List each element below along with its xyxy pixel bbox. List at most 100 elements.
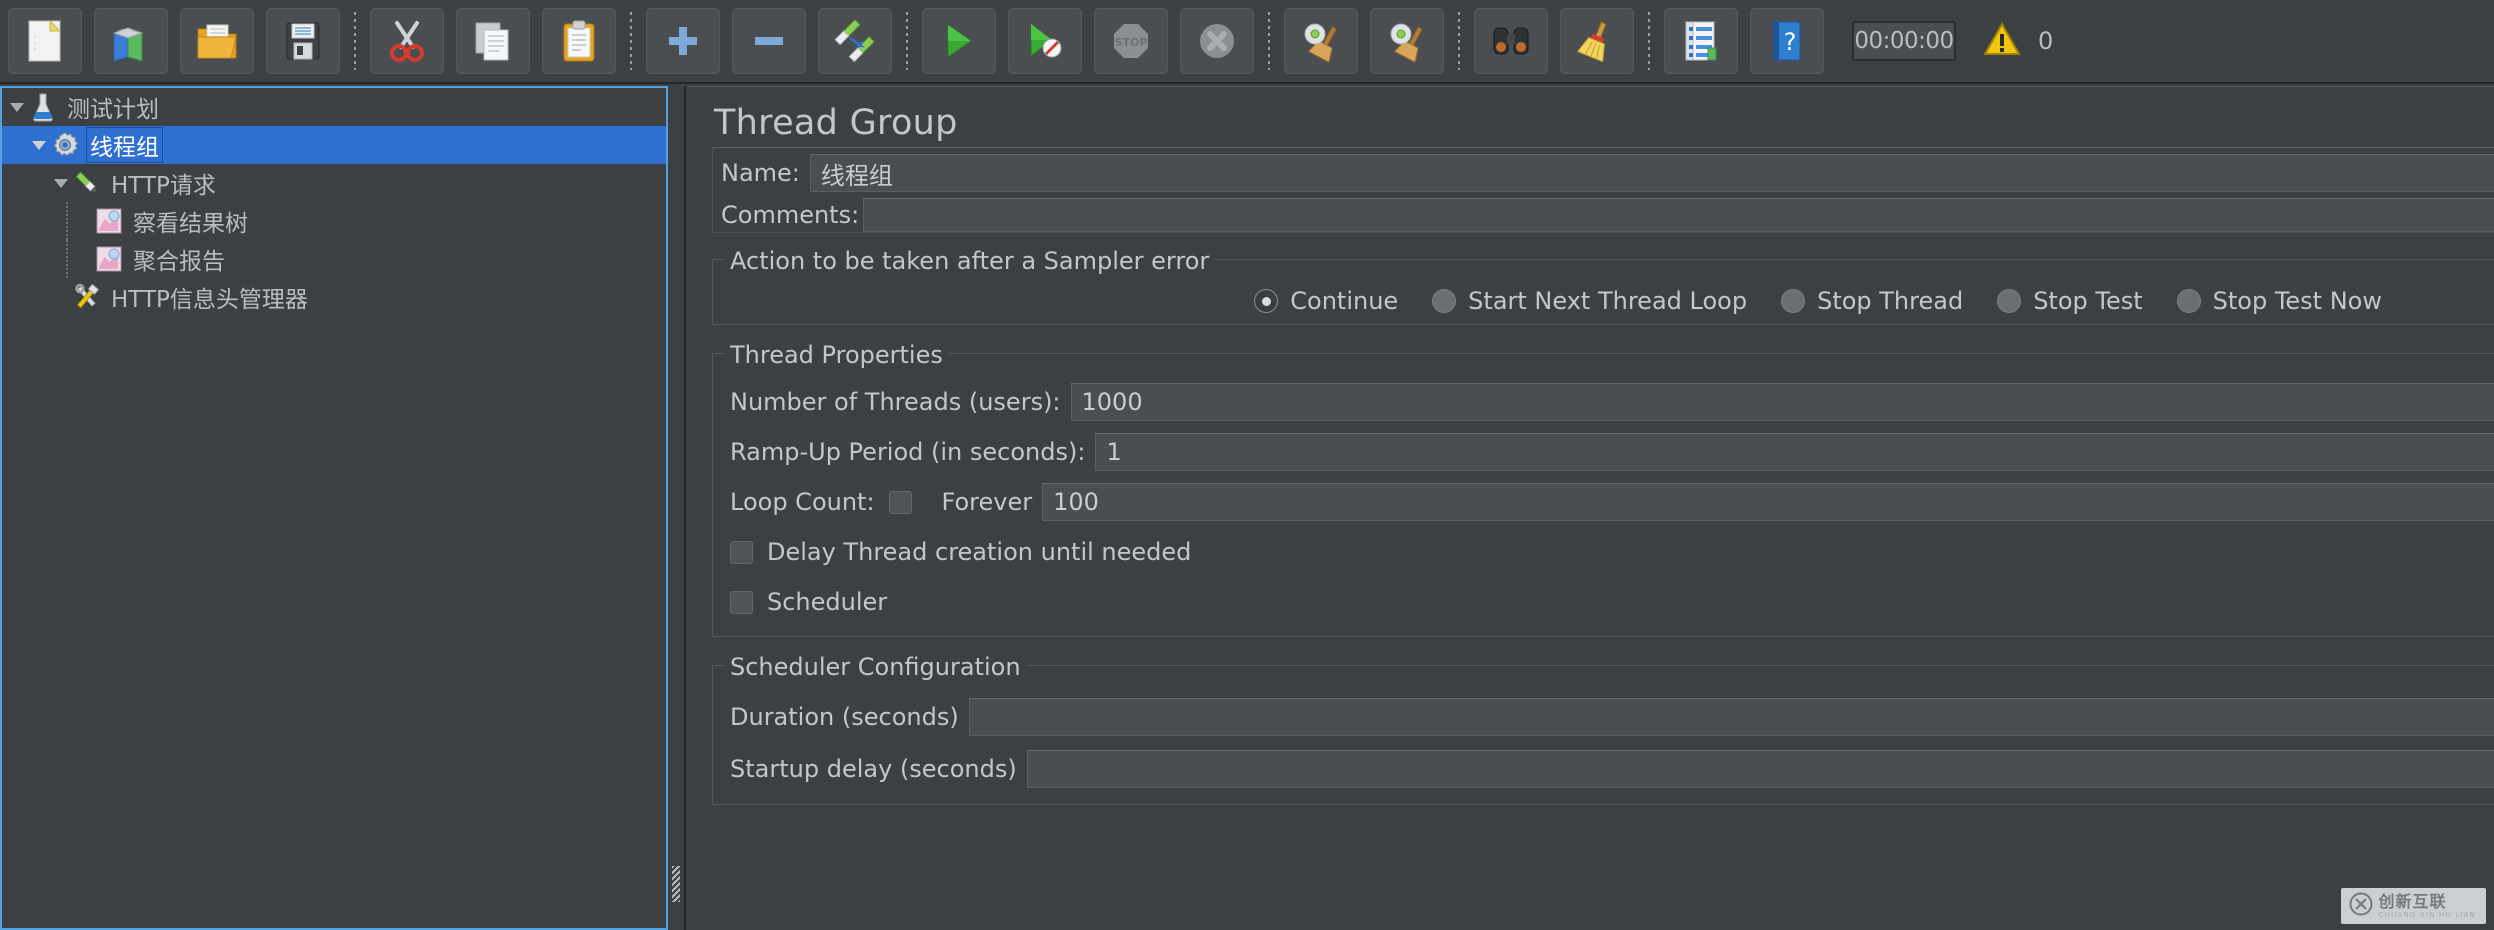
collapse-all-button[interactable] [732, 8, 806, 74]
blue-help-book-icon: ? [1770, 20, 1804, 62]
new-button[interactable] [8, 8, 82, 74]
save-floppy-icon [284, 21, 322, 61]
broom-gear-all-icon [1386, 20, 1428, 62]
watermark-sub: CHUANG XIN HU LIAN [2378, 910, 2476, 919]
delay-thread-checkbox[interactable] [730, 540, 753, 564]
elapsed-timer: 00:00:00 [1852, 21, 1956, 61]
comments-input[interactable] [863, 198, 2494, 232]
expand-all-button[interactable] [646, 8, 720, 74]
num-threads-input[interactable]: 1000 [1070, 383, 2494, 421]
jmeter-window: STOP ? 00:00:00 0 测试计划 线程组 HTTP请求 察看结果树 … [0, 0, 2494, 930]
name-row: Name: 线程组 [713, 154, 2494, 198]
radio-stop-thread[interactable]: Stop Thread [1781, 287, 1963, 315]
radio-label: Stop Thread [1817, 287, 1964, 315]
startup-delay-label: Startup delay (seconds) [730, 755, 1017, 783]
radio-indicator-selected[interactable] [1254, 289, 1279, 313]
startup-delay-input[interactable] [1026, 750, 2494, 788]
comments-row: Comments: [713, 198, 2494, 232]
chevron-down-icon[interactable] [28, 126, 50, 164]
tree-node-header-manager[interactable]: HTTP信息头管理器 [2, 278, 666, 316]
pane-splitter[interactable] [668, 86, 686, 930]
name-input[interactable]: 线程组 [809, 154, 2494, 192]
toolbar-separator [906, 12, 908, 70]
shutdown-button[interactable] [1180, 8, 1254, 74]
chevron-down-icon[interactable] [6, 88, 28, 126]
radio-stop-test[interactable]: Stop Test [1997, 287, 2143, 315]
radio-label: Stop Test [2033, 287, 2143, 315]
delay-thread-row[interactable]: Delay Thread creation until needed [712, 527, 2494, 577]
scheduler-configuration-body: Duration (seconds) Startup delay (second… [712, 681, 2494, 805]
green-play-icon [942, 22, 976, 60]
scheduler-row[interactable]: Scheduler [712, 577, 2494, 627]
test-plan-tree[interactable]: 测试计划 线程组 HTTP请求 察看结果树 聚合报告 HTTP信息头管理器 [0, 86, 668, 930]
tree-node-thread-group[interactable]: 线程组 [2, 126, 666, 164]
loop-count-label: Loop Count: [730, 488, 875, 516]
clear-all-button[interactable] [1370, 8, 1444, 74]
start-button[interactable] [922, 8, 996, 74]
forever-label: Forever [941, 488, 1033, 516]
reset-search-button[interactable] [1560, 8, 1634, 74]
sampler-error-legend: Action to be taken after a Sampler error [724, 247, 1216, 275]
help-button[interactable]: ? [1750, 8, 1824, 74]
tree-guide-line [66, 202, 68, 240]
toolbar-separator [1268, 12, 1270, 70]
radio-indicator[interactable] [1781, 289, 1806, 313]
thread-group-panel: Thread Group Name: 线程组 Comments: Action … [688, 86, 2494, 930]
clipboard-paste-icon [561, 19, 597, 63]
radio-label: Stop Test Now [2212, 287, 2382, 315]
timer-value: 00:00:00 [1854, 28, 1954, 54]
scheduler-checkbox[interactable] [730, 590, 753, 614]
radio-stop-test-now[interactable]: Stop Test Now [2176, 287, 2382, 315]
warning-count: 0 [2038, 27, 2054, 55]
function-helper-button[interactable] [1664, 8, 1738, 74]
http-sampler-pencil-icon [72, 164, 102, 202]
page-title: Thread Group [714, 103, 958, 143]
toggle-button[interactable] [818, 8, 892, 74]
toolbar-separator [630, 12, 632, 70]
ramp-up-input[interactable]: 1 [1095, 433, 2494, 471]
splitter-grip[interactable] [672, 866, 680, 902]
new-document-icon [26, 19, 64, 63]
name-comments-box: Name: 线程组 Comments: [712, 147, 2494, 233]
test-plan-flask-icon [28, 88, 58, 126]
plus-icon [666, 24, 700, 58]
stop-button[interactable]: STOP [1094, 8, 1168, 74]
tree-node-http-request[interactable]: HTTP请求 [2, 164, 666, 202]
tree-node-aggregate-report[interactable]: 聚合报告 [2, 240, 666, 278]
tree-node-label: 聚合报告 [133, 249, 225, 275]
open-button[interactable] [180, 8, 254, 74]
save-button[interactable] [266, 8, 340, 74]
thread-properties-legend: Thread Properties [724, 341, 949, 369]
toolbar-separator [1648, 12, 1650, 70]
tree-node-test-plan[interactable]: 测试计划 [2, 88, 666, 126]
scheduler-configuration-legend: Scheduler Configuration [724, 653, 1027, 681]
radio-start-next-thread-loop[interactable]: Start Next Thread Loop [1432, 287, 1747, 315]
copy-button[interactable] [456, 8, 530, 74]
scheduler-configuration-group: Scheduler Configuration Duration (second… [712, 653, 2494, 805]
search-button[interactable] [1474, 8, 1548, 74]
paste-button[interactable] [542, 8, 616, 74]
tree-node-view-results-tree[interactable]: 察看结果树 [2, 202, 666, 240]
radio-indicator[interactable] [1997, 289, 2022, 313]
templates-books-icon [110, 19, 152, 63]
cut-button[interactable] [370, 8, 444, 74]
delay-thread-label: Delay Thread creation until needed [767, 538, 1192, 566]
radio-indicator[interactable] [2176, 289, 2201, 313]
scheduler-label: Scheduler [767, 588, 888, 616]
loop-count-input[interactable]: 100 [1042, 483, 2494, 521]
clear-button[interactable] [1284, 8, 1358, 74]
forever-checkbox[interactable] [888, 490, 912, 514]
tree-node-label: HTTP信息头管理器 [111, 287, 308, 313]
start-no-pauses-button[interactable] [1008, 8, 1082, 74]
chevron-down-icon[interactable] [50, 164, 72, 202]
warning-indicator[interactable]: 0 [1982, 21, 2053, 61]
radio-label: Start Next Thread Loop [1468, 287, 1748, 315]
radio-indicator[interactable] [1432, 289, 1457, 313]
toolbar-separator [354, 12, 356, 70]
thread-group-form: Name: 线程组 Comments: Action to be taken a… [688, 147, 2494, 805]
thread-properties-body: Number of Threads (users): 1000 Ramp-Up … [712, 369, 2494, 637]
radio-continue[interactable]: Continue [1254, 287, 1398, 315]
num-threads-row: Number of Threads (users): 1000 [712, 377, 2494, 427]
templates-button[interactable] [94, 8, 168, 74]
duration-input[interactable] [968, 698, 2494, 736]
